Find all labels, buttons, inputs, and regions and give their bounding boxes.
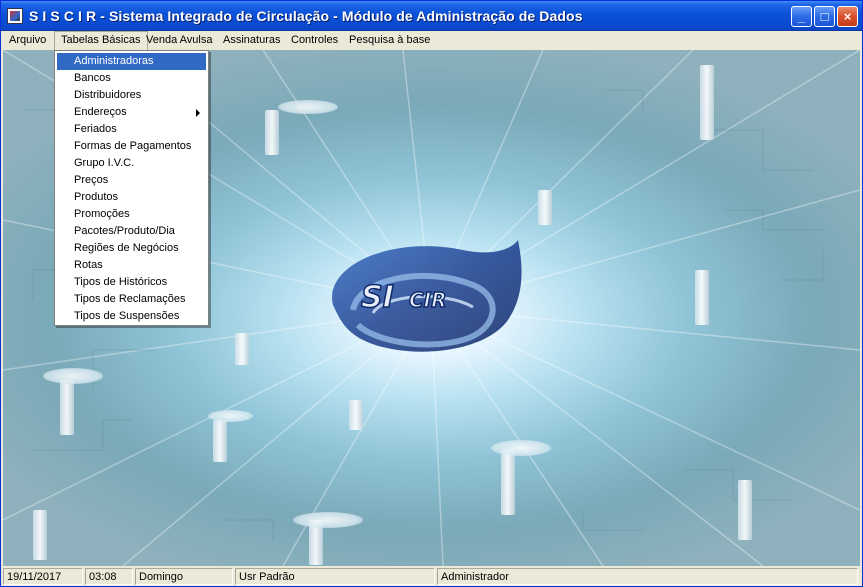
- menu-option-enderecos[interactable]: Endereços: [57, 104, 206, 121]
- menu-option-tipos-suspensoes[interactable]: Tipos de Suspensões: [57, 308, 206, 325]
- status-user-name: Administrador: [437, 568, 858, 585]
- menu-option-formas-pagamentos[interactable]: Formas de Pagamentos: [57, 138, 206, 155]
- menu-option-pacotes-produto-dia[interactable]: Pacotes/Produto/Dia: [57, 223, 206, 240]
- menu-option-feriados[interactable]: Feriados: [57, 121, 206, 138]
- status-bar: 19/11/2017 03:08 Domingo Usr Padrão Admi…: [1, 567, 862, 586]
- submenu-arrow-icon: [196, 109, 200, 117]
- maximize-button[interactable]: □: [814, 6, 835, 27]
- decor-pillar: [501, 450, 515, 515]
- decor-disc: [293, 512, 363, 528]
- menu-option-rotas[interactable]: Rotas: [57, 257, 206, 274]
- decor-pillar: [538, 190, 552, 225]
- sicir-logo: SI CIR: [332, 240, 522, 352]
- decor-disc: [491, 440, 551, 456]
- decor-pillar: [738, 480, 752, 540]
- menu-option-promocoes[interactable]: Promoções: [57, 206, 206, 223]
- close-icon: ×: [843, 9, 852, 24]
- decor-pillar: [349, 400, 363, 430]
- status-user-profile: Usr Padrão: [235, 568, 435, 585]
- menu-option-label: Endereços: [74, 106, 127, 118]
- decor-pillar: [700, 65, 714, 140]
- menu-option-precos[interactable]: Preços: [57, 172, 206, 189]
- logo-text-small: CIR: [409, 288, 447, 312]
- menu-option-bancos[interactable]: Bancos: [57, 70, 206, 87]
- status-weekday: Domingo: [135, 568, 233, 585]
- status-time: 03:08: [85, 568, 133, 585]
- title-bar[interactable]: S I S C I R - Sistema Integrado de Circu…: [1, 1, 862, 31]
- window-title: S I S C I R - Sistema Integrado de Circu…: [29, 8, 583, 24]
- decor-disc: [43, 368, 103, 384]
- minimize-button[interactable]: _: [791, 6, 812, 27]
- logo-text-main: SI: [361, 280, 394, 315]
- app-icon[interactable]: [7, 8, 23, 24]
- menu-option-tipos-historicos[interactable]: Tipos de Históricos: [57, 274, 206, 291]
- decor-pillar: [695, 270, 709, 325]
- main-window: S I S C I R - Sistema Integrado de Circu…: [0, 0, 863, 587]
- menu-venda-avulsa[interactable]: Venda Avulsa: [140, 31, 218, 50]
- menu-controles[interactable]: Controles: [285, 31, 344, 50]
- decor-pillar: [265, 110, 279, 155]
- minimize-icon: _: [797, 9, 806, 24]
- menu-bar: Arquivo Tabelas Básicas Venda Avulsa Ass…: [1, 31, 862, 50]
- decor-pillar: [235, 333, 249, 365]
- maximize-icon: □: [820, 9, 829, 24]
- menu-option-regioes-negocios[interactable]: Regiões de Negócios: [57, 240, 206, 257]
- menu-arquivo[interactable]: Arquivo: [3, 31, 52, 50]
- decor-disc: [208, 410, 253, 422]
- close-button[interactable]: ×: [837, 6, 858, 27]
- menu-option-produtos[interactable]: Produtos: [57, 189, 206, 206]
- decor-pillar: [213, 420, 227, 462]
- menu-option-grupo-ivc[interactable]: Grupo I.V.C.: [57, 155, 206, 172]
- menu-option-administradoras[interactable]: Administradoras: [57, 53, 206, 70]
- menu-option-tipos-reclamacoes[interactable]: Tipos de Reclamações: [57, 291, 206, 308]
- status-date: 19/11/2017: [3, 568, 83, 585]
- menu-tabelas-basicas[interactable]: Tabelas Básicas: [54, 31, 148, 50]
- decor-pillar: [60, 380, 74, 435]
- menu-pesquisa-base[interactable]: Pesquisa à base: [343, 31, 436, 50]
- tabelas-basicas-dropdown: Administradoras Bancos Distribuidores En…: [54, 50, 209, 326]
- decor-disc: [278, 100, 338, 114]
- menu-option-distribuidores[interactable]: Distribuidores: [57, 87, 206, 104]
- menu-assinaturas[interactable]: Assinaturas: [217, 31, 286, 50]
- decor-pillar: [33, 510, 47, 560]
